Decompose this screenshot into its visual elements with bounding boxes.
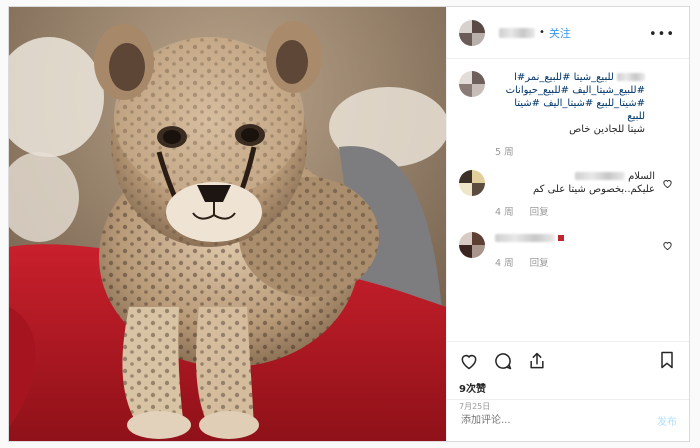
post-photo-cheetah-cub[interactable] — [9, 7, 446, 441]
comment-item: السلام عليكم..بخصوص شيتا على كم 4 周 回复 — [459, 170, 677, 218]
post-comment-button[interactable]: 发布 — [657, 413, 677, 428]
comment-icon[interactable] — [493, 351, 513, 371]
bookmark-icon[interactable] — [657, 350, 677, 370]
add-comment-bar: 发布 — [447, 399, 689, 441]
share-icon[interactable] — [527, 351, 547, 371]
action-icons — [459, 350, 677, 372]
caption-line-2[interactable]: #للبيع_شيتا_اليف #للبيع_حيوانات — [495, 84, 645, 97]
caption-meta: 5 周 — [495, 144, 677, 158]
caption-line-4: شيتا للجادين خاص — [569, 124, 645, 135]
comment-reply-button[interactable]: 回复 — [530, 204, 549, 218]
red-emoji-icon — [558, 235, 565, 241]
comments-list: للبيع_شيتا #للبيع_نمر#ا #للبيع_شيتا_اليف… — [447, 59, 689, 339]
post-header: • 关注 ••• — [447, 7, 689, 59]
post-card: • 关注 ••• للبيع_شيتا #للبيع_نمر#ا #للبيع_… — [8, 6, 690, 442]
more-icon[interactable]: ••• — [649, 27, 675, 42]
comment-like-icon[interactable] — [662, 240, 673, 251]
likes-count[interactable]: 9次赞 — [459, 380, 677, 395]
comment-item: 4 周 回复 — [459, 232, 677, 269]
caption-item: للبيع_شيتا #للبيع_نمر#ا #للبيع_شيتا_اليف… — [459, 71, 677, 158]
caption-author-avatar[interactable] — [459, 71, 485, 97]
caption-text: للبيع_شيتا #للبيع_نمر#ا #للبيع_شيتا_اليف… — [495, 71, 645, 136]
commenter-avatar[interactable] — [459, 170, 485, 196]
comment-reply-button[interactable]: 回复 — [530, 255, 549, 269]
author-username-blurred[interactable] — [499, 27, 535, 38]
heart-icon[interactable] — [459, 351, 479, 371]
commenter-avatar[interactable] — [459, 232, 485, 258]
cheetah-photo-illustration — [9, 7, 446, 441]
comment-like-icon[interactable] — [662, 178, 673, 189]
caption-line-3[interactable]: #شيتا_للبيع #شيتا_اليف #شيتا للبيع — [495, 97, 645, 123]
comment-time[interactable]: 4 周 — [495, 255, 514, 269]
comment-text-line-1: السلام — [628, 171, 655, 182]
comment-meta: 4 周 回复 — [495, 255, 677, 269]
comment-text-line-2: عليكم..بخصوص شيتا على كم — [532, 184, 655, 195]
comment-meta: 4 周 回复 — [495, 204, 677, 218]
caption-line-1[interactable]: للبيع_شيتا #للبيع_نمر#ا — [514, 72, 614, 83]
follow-button[interactable]: 关注 — [549, 25, 571, 41]
commenter-username-blurred[interactable] — [495, 234, 555, 242]
comment-time[interactable]: 4 周 — [495, 204, 514, 218]
caption-time[interactable]: 5 周 — [495, 144, 514, 158]
commenter-username-blurred[interactable] — [574, 172, 625, 180]
add-comment-input[interactable] — [459, 414, 657, 427]
comment-text: السلام عليكم..بخصوص شيتا على كم — [495, 170, 677, 196]
author-avatar[interactable] — [459, 19, 485, 46]
post-side-panel: • 关注 ••• للبيع_شيتا #للبيع_نمر#ا #للبيع_… — [446, 7, 689, 441]
comment-text — [495, 232, 677, 245]
separator-dot: • — [539, 27, 545, 38]
caption-username-blurred[interactable] — [617, 73, 645, 81]
